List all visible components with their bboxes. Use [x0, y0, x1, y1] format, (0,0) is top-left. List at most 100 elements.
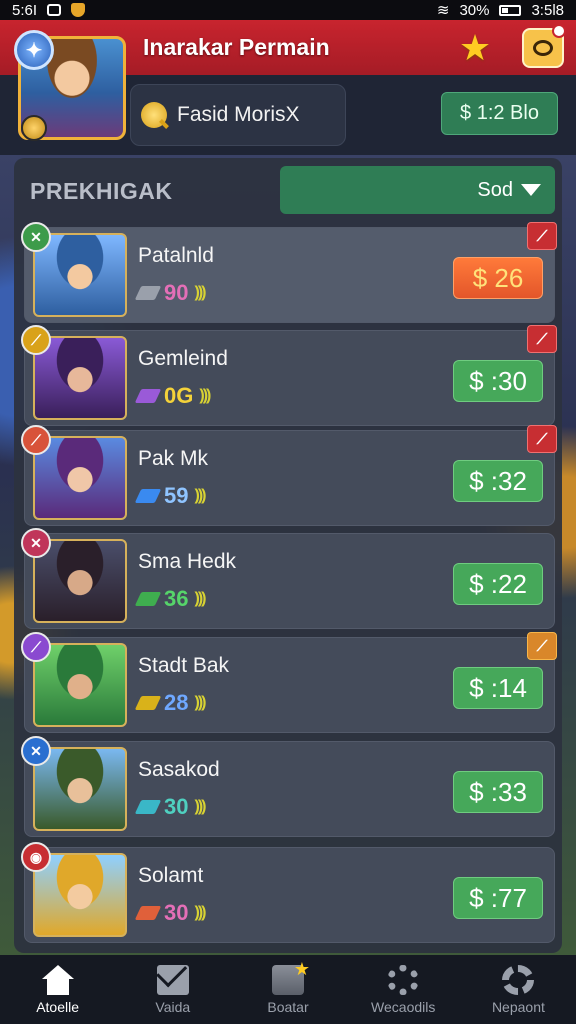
status-bar: 5:6I ≋ 30% 3:5l8	[0, 0, 576, 20]
gem-icon	[134, 906, 162, 920]
stat-value: 0G	[164, 383, 194, 408]
class-badge-icon: ⟋	[21, 632, 51, 662]
chevron-down-icon	[521, 184, 541, 196]
sort-button[interactable]: Sod	[280, 166, 555, 214]
price-button[interactable]: $ :33	[453, 771, 543, 813]
gem-icon	[134, 286, 162, 300]
stat-value: 30	[164, 900, 189, 925]
home-icon	[41, 964, 74, 995]
notification-dot	[552, 24, 566, 38]
section-title: PREKHIGAK	[30, 178, 173, 204]
status-time: 3:5l8	[531, 1, 564, 19]
stat-value: 36	[164, 586, 189, 611]
nav-label: Vaida	[155, 998, 191, 1015]
chat-bubble-icon	[533, 40, 553, 56]
gem-icon	[134, 389, 162, 403]
favorites-button[interactable]: ★	[455, 27, 495, 68]
class-badge-icon: ✕	[21, 736, 51, 766]
nav-item-home[interactable]: Atoelle	[0, 955, 115, 1024]
nav-item-gears[interactable]: Nepaont	[461, 955, 576, 1024]
edit-tag-icon[interactable]: ⟋	[527, 325, 557, 353]
gem-icon	[134, 800, 162, 814]
nav-label: Wecaodils	[371, 998, 436, 1015]
signal-icon: )))	[194, 904, 206, 921]
character-name: Gemleind	[138, 347, 228, 370]
price-button[interactable]: $ 26	[453, 257, 543, 299]
price-button[interactable]: $ :30	[453, 360, 543, 402]
character-row[interactable]: ✕ Sasakod 30))) $ :33	[21, 736, 555, 837]
character-stat: 36)))	[134, 586, 206, 612]
sort-label: Sod	[477, 178, 513, 201]
toolbox-icon	[272, 959, 310, 995]
nav-item-mail[interactable]: Vaida	[115, 955, 230, 1024]
edit-tag-icon[interactable]: ⟋	[527, 222, 557, 250]
character-row[interactable]: ◉ Solamt 30))) $ :77	[21, 842, 555, 943]
class-badge-icon: ⟋	[21, 425, 51, 455]
nav-item-gear[interactable]: Wecaodils	[346, 955, 461, 1024]
gears-icon	[502, 964, 535, 995]
class-badge-icon: ◉	[21, 842, 51, 872]
gear-icon	[387, 964, 420, 995]
shield-notification-icon	[71, 3, 86, 17]
search-icon	[141, 102, 167, 128]
character-name: Sma Hedk	[138, 550, 237, 573]
star-icon: ★	[458, 27, 492, 68]
image-notification-icon	[47, 4, 62, 16]
wifi-icon: ≋	[436, 2, 450, 19]
mail-icon	[156, 964, 189, 995]
stat-value: 30	[164, 794, 189, 819]
edit-tag-icon[interactable]: ⟋	[527, 632, 557, 660]
character-stat: 28)))	[134, 690, 206, 716]
character-row[interactable]: ⟋ Gemleind 0G))) $ :30 ⟋	[21, 325, 557, 426]
nav-label: Nepaont	[491, 998, 545, 1015]
search-field[interactable]: Fasid MorisX	[130, 84, 346, 146]
class-badge-icon: ✕	[21, 528, 51, 558]
signal-icon: )))	[194, 284, 206, 301]
balance-badge[interactable]: $ 1:2 Blo	[441, 92, 558, 135]
nav-label: Atoelle	[36, 998, 79, 1015]
stat-value: 90	[164, 280, 189, 305]
character-row[interactable]: ⟋ Stadt Bak 28))) $ :14 ⟋	[21, 632, 557, 733]
price-button[interactable]: $ :32	[453, 460, 543, 502]
signal-icon: )))	[194, 798, 206, 815]
character-name: Sasakod	[138, 758, 220, 781]
battery-icon	[499, 4, 522, 16]
character-name: Patalnld	[138, 244, 214, 267]
chat-button[interactable]	[522, 24, 566, 68]
price-button[interactable]: $ :14	[453, 667, 543, 709]
character-row[interactable]: ⟋ Pak Mk 59))) $ :32 ⟋	[21, 425, 557, 526]
battery-percent: 30%	[459, 1, 490, 19]
character-stat: 90)))	[134, 280, 206, 306]
bottom-navigation: Atoelle Vaida Boatar Wecaodils Nepaont	[0, 955, 576, 1024]
price-button[interactable]: $ :22	[453, 563, 543, 605]
signal-icon: )))	[194, 487, 206, 504]
signal-icon: )))	[194, 590, 206, 607]
search-value: Fasid MorisX	[177, 103, 300, 126]
gem-icon	[134, 696, 162, 710]
character-stat: 30)))	[134, 794, 206, 820]
character-stat: 30)))	[134, 900, 206, 926]
class-badge-icon: ⟋	[21, 325, 51, 355]
character-row[interactable]: ✕ Patalnld 90))) $ 26 ⟋	[21, 222, 557, 323]
nav-item-toolbox[interactable]: Boatar	[230, 955, 345, 1024]
signal-icon: )))	[199, 387, 211, 404]
nav-label: Boatar	[267, 998, 309, 1015]
status-left-text: 5:6I	[12, 1, 38, 19]
character-name: Stadt Bak	[138, 654, 230, 677]
stat-value: 28	[164, 690, 189, 715]
coin-icon	[21, 115, 47, 141]
edit-tag-icon[interactable]: ⟋	[527, 425, 557, 453]
character-row[interactable]: ✕ Sma Hedk 36))) $ :22	[21, 528, 555, 629]
gem-icon	[134, 489, 162, 503]
signal-icon: )))	[194, 694, 206, 711]
class-badge-icon: ✕	[21, 222, 51, 252]
character-stat: 59)))	[134, 483, 206, 509]
character-stat: 0G)))	[134, 383, 211, 409]
price-button[interactable]: $ :77	[453, 877, 543, 919]
stat-value: 59	[164, 483, 189, 508]
character-name: Solamt	[138, 864, 204, 887]
character-name: Pak Mk	[138, 447, 209, 470]
rank-badge-icon: ✦	[14, 30, 54, 70]
page-title: Inarakar Permain	[143, 34, 330, 60]
gem-icon	[134, 592, 162, 606]
